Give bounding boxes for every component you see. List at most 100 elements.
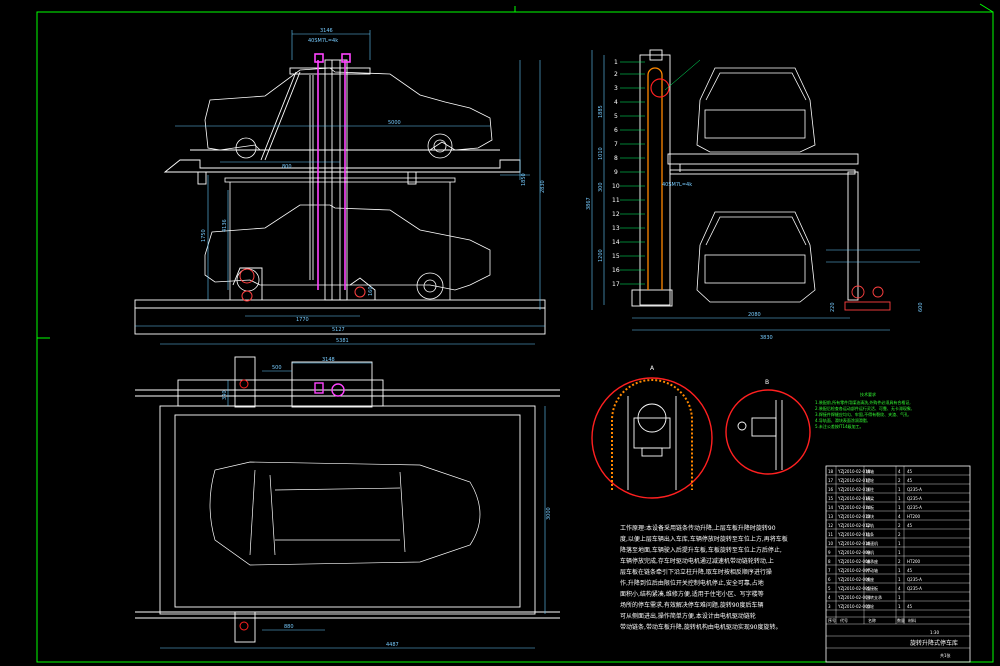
principle-line-10: 带动链条,带动车板升降,旋转机构由电机驱动实现90度旋转。 [620,623,781,631]
detail-a-sprocket [627,396,677,490]
bom-cell: 15 [828,496,834,501]
dim-right-height: 2830 [540,180,546,193]
side-dim-seg2: 1010 [598,147,604,160]
requirement-line-2: 2.装配后检查各运动部件运行灵活、可靠、无卡滞现象, [815,405,912,411]
bom-cell: 10 [828,541,834,546]
dim-spec: 40SM7L=4k [308,38,338,44]
requirements-title: 技术要求 [860,391,876,397]
bom-cell: 13 [828,514,834,519]
callout-12: 12 [612,211,620,218]
bom-cell: 1 [898,550,901,555]
dim-left-height: 1850 [521,173,527,186]
requirement-line-4: 4.导轨面、滑块表面涂润滑脂, [815,417,868,423]
bom-cell: 45 [907,568,913,573]
detail-a-marker [650,78,670,98]
plan-dim-small-height: 340 [222,390,228,400]
bom-cell: 45 [907,469,913,474]
bom-cell: 12 [828,523,834,528]
dim-right-small: 160 [368,286,374,296]
dim-bottom-inner: 1770 [296,317,309,323]
bom-header-qty: 数量 [897,617,905,623]
dim-small-height: 4136 [222,219,228,232]
side-lower-car [696,211,816,303]
callout-9: 9 [614,169,618,176]
bom-header-code: 代号 [840,617,848,623]
requirement-line-5: 5.未注公差按IT14级加工。 [815,423,864,429]
title-scale: 1:30 [930,630,939,635]
bom-cell: 销轴 [866,468,874,474]
side-right-base [844,285,891,311]
bom-cell: Q235-A [907,586,922,591]
plan-dim-right-height: 3000 [546,507,552,520]
side-dim-seg1: 1885 [598,105,604,118]
side-column [631,49,673,307]
plan-frame [135,356,560,643]
principle-line-7: 面积小,结构紧凑,维修方便,适用于住宅小区、写字楼等 [620,590,764,598]
callout-11: 11 [612,197,620,204]
bom-cell: 1 [898,487,901,492]
bom-cell: Q235-A [907,487,922,492]
bom-rows: 18 YZJ2010-02-018销轴 4 4517 YZJ2010-02-017链轮 2… [828,468,922,609]
side-upper-car [696,67,816,153]
technical-requirements: 技术要求 1.装配前,所有零件用煤油清洗,外购件必须具有合格证, 2.装配后检查… [815,391,912,429]
upper-car-outline [204,67,493,159]
detail-b: B [725,379,811,475]
border-frame [36,11,994,663]
callout-4: 4 [614,99,618,106]
side-upper-platform [667,153,859,301]
bom-cell: 7 [828,568,831,573]
callout-1: 1 [614,59,618,66]
bom-cell: 18 [828,469,834,474]
bom-cell: 1 [898,505,901,510]
detail-b-part [737,400,783,470]
detail-b-circle [725,389,811,475]
bom-cell: 1 [898,604,901,609]
plan-dim-top-inner: 3148 [322,357,335,363]
bom-cell: 11 [828,532,834,537]
bom-cell: 4 [898,469,901,474]
bom-cell: HT200 [907,559,921,564]
callout-8: 8 [614,155,618,162]
front-column [260,59,371,301]
detail-b-label: B [765,379,769,386]
bom-cell: 横梁 [866,495,874,501]
requirement-line-1: 1.装配前,所有零件用煤油清洗,外购件必须具有合格证, [815,399,911,405]
bom-cell: 45 [907,478,913,483]
bom-cell: 16 [828,487,834,492]
dim-mid-height: 1750 [201,229,207,242]
bom-cell: 电机 [866,549,874,555]
principle-line-2: 度,以便上层车辆出入车库,车辆停放时旋转至车位上方,再将车板 [620,535,788,543]
bom-cell: 车板 [866,504,874,510]
lower-car-outline [204,204,491,300]
side-dim-bottom-total: 3830 [760,335,773,341]
side-dim-total-height: 3867 [586,197,592,210]
side-dim-seg4: 1200 [598,249,604,262]
bom-cell: 6 [828,577,831,582]
side-dim-seg3: 300 [598,182,604,192]
callout-5: 5 [614,113,618,120]
detail-a-chain [611,379,693,490]
front-view: 3146 40SM7L=4k 5000 800 1850 2830 1750 4… [134,28,546,335]
callout-17: 17 [612,281,620,288]
callout-10: 10 [612,183,620,190]
principle-line-1: 工作原理:本设备采用链条传动升降,上层车板升降时旋转90 [620,524,776,532]
bom-cell: 5 [828,586,831,591]
side-callout-leaders [620,59,701,285]
bom-cell: 减速机 [866,540,878,546]
bom-cell: 1 [898,568,901,573]
bom-cell: 4 [898,514,901,519]
plan-dim-top-total: 5381 [336,338,349,344]
cad-drawing-canvas: 3146 40SM7L=4k 5000 800 1850 2830 1750 4… [36,3,994,663]
bom-cell: 链轮 [866,477,874,483]
dim-top-width: 3146 [320,28,333,34]
callout-2: 2 [614,71,618,78]
detail-a: A [591,365,713,499]
bom-cell: 2 [898,523,901,528]
plan-car [209,461,481,566]
bom-cell: 8 [828,559,831,564]
plan-drive [314,382,345,397]
side-dim-right-a: 220 [830,302,836,312]
bom-cell: 2 [898,532,901,537]
bom-cell: 1 [898,541,901,546]
callout-13: 13 [612,225,620,232]
